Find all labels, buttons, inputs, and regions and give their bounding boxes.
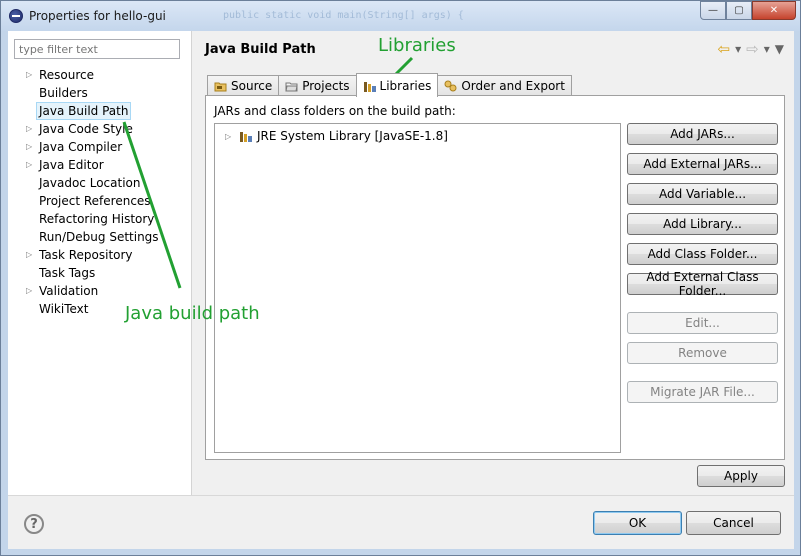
libraries-tab-content: JARs and class folders on the build path… xyxy=(205,95,785,460)
tree-item-label: WikiText xyxy=(39,302,89,316)
order-export-icon xyxy=(444,80,457,92)
add-class-folder-button[interactable]: Add Class Folder... xyxy=(627,243,778,265)
expand-arrow-icon[interactable]: ▷ xyxy=(26,120,36,138)
tab-strip: Source Projects Libraries Order and Expo… xyxy=(207,73,572,97)
minimize-icon: — xyxy=(708,5,718,16)
cancel-button[interactable]: Cancel xyxy=(686,511,781,535)
source-folder-icon xyxy=(214,80,227,92)
build-path-heading: JARs and class folders on the build path… xyxy=(214,104,456,118)
expand-arrow-icon[interactable]: ▷ xyxy=(26,246,36,264)
apply-button[interactable]: Apply xyxy=(697,465,785,487)
ok-button[interactable]: OK xyxy=(593,511,682,535)
libraries-icon xyxy=(363,80,376,92)
view-menu-icon[interactable]: ▼ xyxy=(775,42,784,56)
property-page: Java Build Path ⇦ ▾ ⇨ ▾ ▼ Source Project… xyxy=(193,31,794,495)
expand-arrow-icon[interactable]: ▷ xyxy=(225,132,235,141)
close-icon: ✕ xyxy=(769,5,779,16)
tree-item-label: Builders xyxy=(39,86,88,100)
add-variable-button[interactable]: Add Variable... xyxy=(627,183,778,205)
tree-item-label: Validation xyxy=(39,284,99,298)
page-title: Java Build Path xyxy=(205,42,316,57)
maximize-icon: ▢ xyxy=(734,5,744,16)
tab-libraries[interactable]: Libraries xyxy=(355,73,439,97)
edit-button[interactable]: Edit... xyxy=(627,312,778,334)
back-arrow-icon[interactable]: ⇦ xyxy=(718,40,731,58)
library-jar-icon xyxy=(239,130,253,142)
java-build-path-annotation-arrow xyxy=(122,121,182,289)
close-button[interactable]: ✕ xyxy=(752,1,796,20)
libraries-annotation: Libraries xyxy=(378,35,456,56)
tree-item-label: Java Compiler xyxy=(39,140,123,154)
list-item[interactable]: ▷ JRE System Library [JavaSE-1.8] xyxy=(225,128,448,144)
projects-folder-icon xyxy=(285,80,298,92)
build-path-list[interactable]: ▷ JRE System Library [JavaSE-1.8] xyxy=(214,123,621,453)
minimize-button[interactable]: — xyxy=(700,1,726,20)
tree-item-label: Resource xyxy=(39,68,95,82)
tab-label: Projects xyxy=(302,79,350,93)
expand-arrow-icon[interactable]: ▷ xyxy=(26,156,36,174)
tab-label: Source xyxy=(231,79,273,93)
add-external-jars-button[interactable]: Add External JARs... xyxy=(627,153,778,175)
eclipse-icon xyxy=(9,9,23,23)
add-jars-button[interactable]: Add JARs... xyxy=(627,123,778,145)
add-external-class-folder-button[interactable]: Add External Class Folder... xyxy=(627,270,778,298)
dialog-button-bar: ? OK Cancel xyxy=(8,495,794,549)
window-controls: — ▢ ✕ xyxy=(700,1,796,21)
tab-source[interactable]: Source xyxy=(207,75,280,96)
background-code-text: public static void main(String[] args) { xyxy=(223,10,464,21)
tab-projects[interactable]: Projects xyxy=(278,75,357,96)
add-library-button[interactable]: Add Library... xyxy=(627,213,778,235)
forward-history-dropdown-icon[interactable]: ▾ xyxy=(764,42,770,56)
forward-arrow-icon[interactable]: ⇨ xyxy=(746,40,759,58)
tree-item-label: Java Editor xyxy=(39,158,104,172)
help-icon[interactable]: ? xyxy=(24,514,44,534)
java-build-path-annotation: Java build path xyxy=(125,303,260,324)
library-label: JRE System Library [JavaSE-1.8] xyxy=(257,129,448,143)
tab-label: Order and Export xyxy=(461,79,565,93)
remove-button[interactable]: Remove xyxy=(627,342,778,364)
filter-input[interactable] xyxy=(14,39,180,59)
tree-item-label: Task Tags xyxy=(39,266,96,280)
back-history-dropdown-icon[interactable]: ▾ xyxy=(735,42,741,56)
maximize-button[interactable]: ▢ xyxy=(726,1,752,20)
expand-arrow-icon[interactable]: ▷ xyxy=(26,66,36,84)
migrate-jar-file-button[interactable]: Migrate JAR File... xyxy=(627,381,778,403)
tab-label: Libraries xyxy=(379,78,432,93)
expand-arrow-icon[interactable]: ▷ xyxy=(26,138,36,156)
page-navigation: ⇦ ▾ ⇨ ▾ ▼ xyxy=(718,40,784,58)
expand-arrow-icon[interactable]: ▷ xyxy=(26,282,36,300)
window-title: Properties for hello-gui xyxy=(29,9,166,23)
title-bar[interactable]: Properties for hello-gui public static v… xyxy=(1,1,800,31)
tab-order-and-export[interactable]: Order and Export xyxy=(437,75,572,96)
